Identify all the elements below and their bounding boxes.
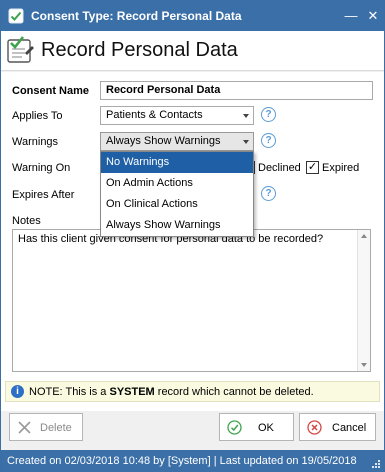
help-icon[interactable]: ? — [261, 107, 276, 122]
delete-x-icon — [18, 421, 31, 434]
ok-button-label: OK — [258, 422, 274, 434]
cancel-button[interactable]: Cancel — [299, 413, 376, 441]
chevron-down-icon — [243, 114, 249, 118]
warnings-dropdown-list[interactable]: No Warnings On Admin Actions On Clinical… — [100, 151, 254, 237]
warnings-value: Always Show Warnings — [106, 135, 221, 147]
system-record-note: i NOTE: This is a SYSTEM record which ca… — [5, 381, 380, 402]
warnings-label: Warnings — [12, 136, 59, 148]
dropdown-option-always-show-warnings[interactable]: Always Show Warnings — [101, 215, 253, 236]
warnings-select[interactable]: Always Show Warnings — [100, 132, 254, 151]
notes-textarea[interactable]: Has this client given consent for person… — [12, 229, 371, 372]
expired-checkbox[interactable]: ✓ — [306, 161, 319, 174]
cancel-button-label: Cancel — [332, 422, 367, 434]
notes-scrollbar[interactable] — [357, 230, 370, 371]
applies-to-select[interactable]: Patients & Contacts — [100, 106, 254, 125]
consent-type-window: Consent Type: Record Personal Data — ✕ R… — [0, 0, 385, 472]
title-bar[interactable]: Consent Type: Record Personal Data — ✕ — [1, 1, 384, 31]
dropdown-option-on-clinical-actions[interactable]: On Clinical Actions — [101, 194, 253, 215]
help-icon[interactable]: ? — [261, 186, 276, 201]
window-title: Consent Type: Record Personal Data — [31, 9, 242, 23]
delete-button-label: Delete — [40, 422, 72, 434]
ok-check-icon — [227, 420, 242, 435]
scroll-down-icon[interactable] — [361, 363, 367, 367]
minimize-button[interactable]: — — [343, 8, 359, 24]
declined-label: Declined — [258, 162, 301, 174]
notes-label: Notes — [12, 215, 41, 227]
status-bar: Created on 02/03/2018 10:48 by [System] … — [1, 450, 384, 472]
cancel-x-icon — [307, 420, 322, 435]
record-header: Record Personal Data — [1, 31, 384, 71]
expired-label: Expired — [322, 162, 360, 174]
help-icon[interactable]: ? — [261, 133, 276, 148]
ok-button[interactable]: OK — [219, 413, 294, 441]
warning-on-label: Warning On — [12, 162, 71, 174]
close-window-button[interactable]: ✕ — [365, 8, 381, 24]
applies-to-label: Applies To — [12, 110, 63, 122]
resize-grip-icon[interactable] — [371, 459, 381, 469]
expires-after-label: Expires After — [12, 189, 75, 201]
checklist-icon — [7, 36, 34, 63]
chevron-down-icon — [243, 140, 249, 144]
system-note-text: NOTE: This is a SYSTEM record which cann… — [29, 386, 314, 398]
dropdown-option-on-admin-actions[interactable]: On Admin Actions — [101, 173, 253, 194]
checklist-icon — [8, 8, 24, 24]
scroll-up-icon[interactable] — [361, 234, 367, 238]
consent-name-field[interactable]: Record Personal Data — [100, 81, 373, 100]
audit-info-text: Created on 02/03/2018 10:48 by [System] … — [7, 455, 357, 467]
form-panel: Consent Name Record Personal Data Applie… — [1, 72, 384, 411]
consent-name-label: Consent Name — [12, 85, 90, 97]
delete-button[interactable]: Delete — [9, 413, 83, 441]
info-icon: i — [11, 385, 24, 398]
applies-to-value: Patients & Contacts — [106, 109, 203, 121]
page-title: Record Personal Data — [41, 39, 238, 61]
dropdown-option-no-warnings[interactable]: No Warnings — [101, 152, 253, 173]
